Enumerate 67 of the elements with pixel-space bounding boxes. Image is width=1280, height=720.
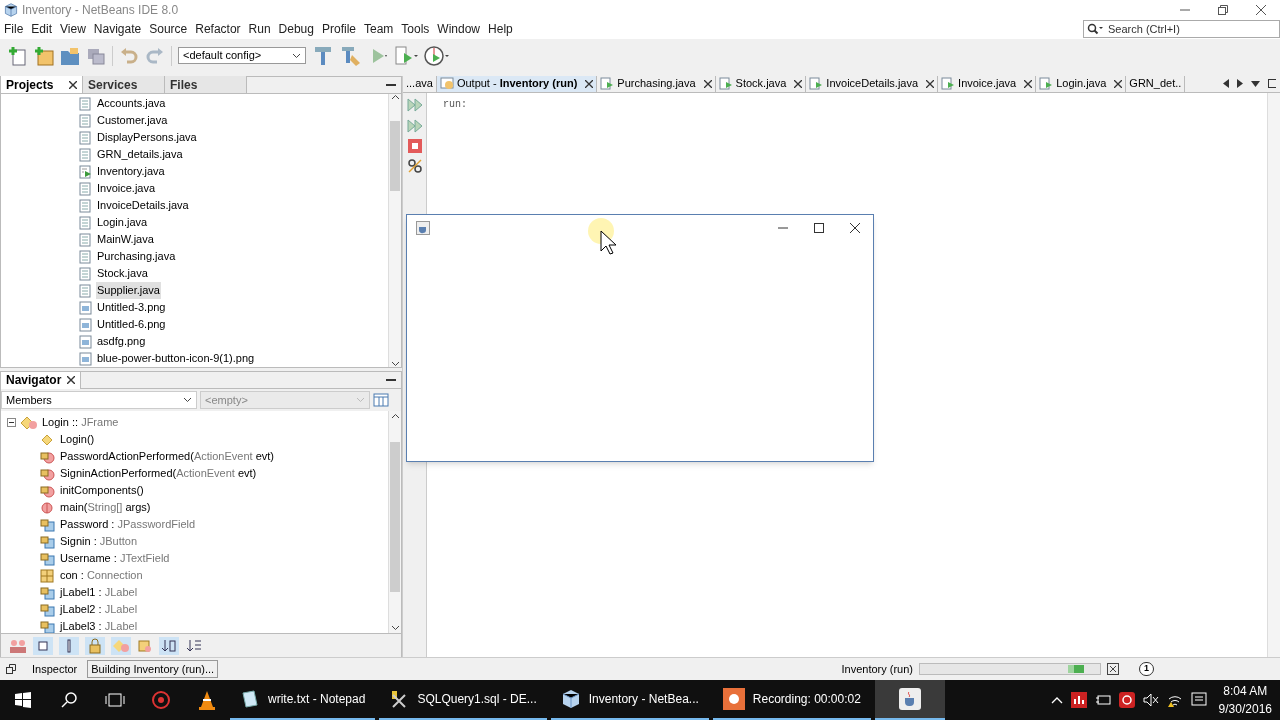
menu-item[interactable]: Help xyxy=(484,20,517,38)
tree-item[interactable]: SigninActionPerformed(ActionEvent evt) xyxy=(60,465,257,482)
tree-item[interactable]: Supplier.java xyxy=(96,282,161,299)
process-label: Inventory (run) xyxy=(841,661,913,677)
tree-item[interactable]: PasswordActionPerformed(ActionEvent evt) xyxy=(60,448,274,465)
tree-item[interactable]: Login() xyxy=(60,431,95,448)
editor-tab[interactable]: Login.java xyxy=(1036,76,1127,92)
tree-item[interactable]: jLabel2 : JLabel xyxy=(60,601,138,618)
menu-item[interactable]: Edit xyxy=(27,20,57,38)
menu-item[interactable]: Profile xyxy=(318,20,360,38)
tree-item[interactable]: main(String[] args) xyxy=(60,499,151,516)
taskbar-button[interactable]: Recording: 00:00:02 xyxy=(712,680,871,720)
tree-item[interactable]: MainW.java xyxy=(96,231,155,248)
tree-item[interactable]: Accounts.java xyxy=(96,95,167,112)
tree-item[interactable]: DisplayPersons.java xyxy=(96,129,198,146)
notification-icon[interactable]: 1 xyxy=(1139,662,1154,676)
menu-item[interactable]: Debug xyxy=(274,20,318,38)
tree-item[interactable]: InvoiceDetails.java xyxy=(96,197,190,214)
menu-item[interactable]: Navigate xyxy=(89,20,146,38)
tree-item[interactable]: asdfg.png xyxy=(96,333,147,350)
tree-item[interactable]: Customer.java xyxy=(96,112,169,129)
tree-item[interactable]: Inventory.java xyxy=(96,163,166,180)
panel-tab[interactable]: Files xyxy=(165,76,247,93)
menu-item[interactable]: Source xyxy=(145,20,192,38)
editor-tab[interactable]: Purchasing.java xyxy=(597,76,716,92)
tree-item[interactable]: GRN_details.java xyxy=(96,146,184,163)
tree-item[interactable]: Untitled-3.png xyxy=(96,299,167,316)
menu-item[interactable]: Window xyxy=(433,20,485,38)
tree-item[interactable]: initComponents() xyxy=(60,482,144,499)
tree-item[interactable]: Password : JPasswordField xyxy=(60,516,196,533)
taskbar-button[interactable]: Inventory - NetBea... xyxy=(550,680,709,720)
status-text: Building Inventory (run)... xyxy=(87,660,219,678)
output-text: run: xyxy=(443,98,467,112)
menu-item[interactable]: Team xyxy=(360,20,398,38)
clock-time[interactable]: 8:04 AM xyxy=(1223,682,1268,700)
tree-item[interactable]: Login :: JFrame xyxy=(42,414,119,431)
tree-item[interactable]: blue-power-button-icon-9(1).png xyxy=(96,350,256,367)
menu-item[interactable]: Refactor xyxy=(191,20,245,38)
tree-item[interactable]: Login.java xyxy=(96,214,149,231)
tree-item[interactable]: Invoice.java xyxy=(96,180,157,197)
tree-item[interactable]: Untitled-6.png xyxy=(96,316,167,333)
members-dropdown[interactable]: Members xyxy=(1,391,197,409)
tree-item[interactable]: Username : JTextField xyxy=(60,550,170,567)
editor-tab[interactable]: InvoiceDetails.java xyxy=(806,76,939,92)
config-dropdown[interactable]: <default config> xyxy=(178,47,306,64)
clock-date[interactable]: 9/30/2016 xyxy=(1218,700,1272,718)
taskbar-button[interactable]: SQLQuery1.sql - DE... xyxy=(379,680,547,720)
panel-tab[interactable]: Projects xyxy=(1,76,83,93)
tree-item[interactable]: con : Connection xyxy=(60,567,143,584)
search-field[interactable]: Search (Ctrl+I) xyxy=(1083,20,1280,38)
menu-item[interactable]: View xyxy=(56,20,90,38)
panel-tab[interactable]: Navigator xyxy=(1,371,82,389)
inspector-tab[interactable]: Inspector xyxy=(32,660,78,678)
menu-item[interactable]: Tools xyxy=(397,20,434,38)
tree-item[interactable]: jLabel1 : JLabel xyxy=(60,584,138,601)
editor-tab[interactable]: Invoice.java xyxy=(938,76,1037,92)
tree-item[interactable]: jLabel3 : JLabel xyxy=(60,618,138,633)
tree-item[interactable]: Signin : JButton xyxy=(60,533,138,550)
tree-item[interactable]: Purchasing.java xyxy=(96,248,177,265)
editor-tab[interactable]: Output - Inventory (run) xyxy=(436,76,598,92)
taskbar-button[interactable]: write.txt - Notepad xyxy=(230,680,376,720)
tree-item[interactable]: Stock.java xyxy=(96,265,149,282)
menu-item[interactable]: Run xyxy=(244,20,275,38)
panel-tab[interactable]: Services xyxy=(83,76,165,93)
editor-tab[interactable]: GRN_det.. xyxy=(1126,76,1186,92)
menu-item[interactable]: File xyxy=(0,20,28,38)
window-title: Inventory - NetBeans IDE 8.0 xyxy=(22,1,179,19)
